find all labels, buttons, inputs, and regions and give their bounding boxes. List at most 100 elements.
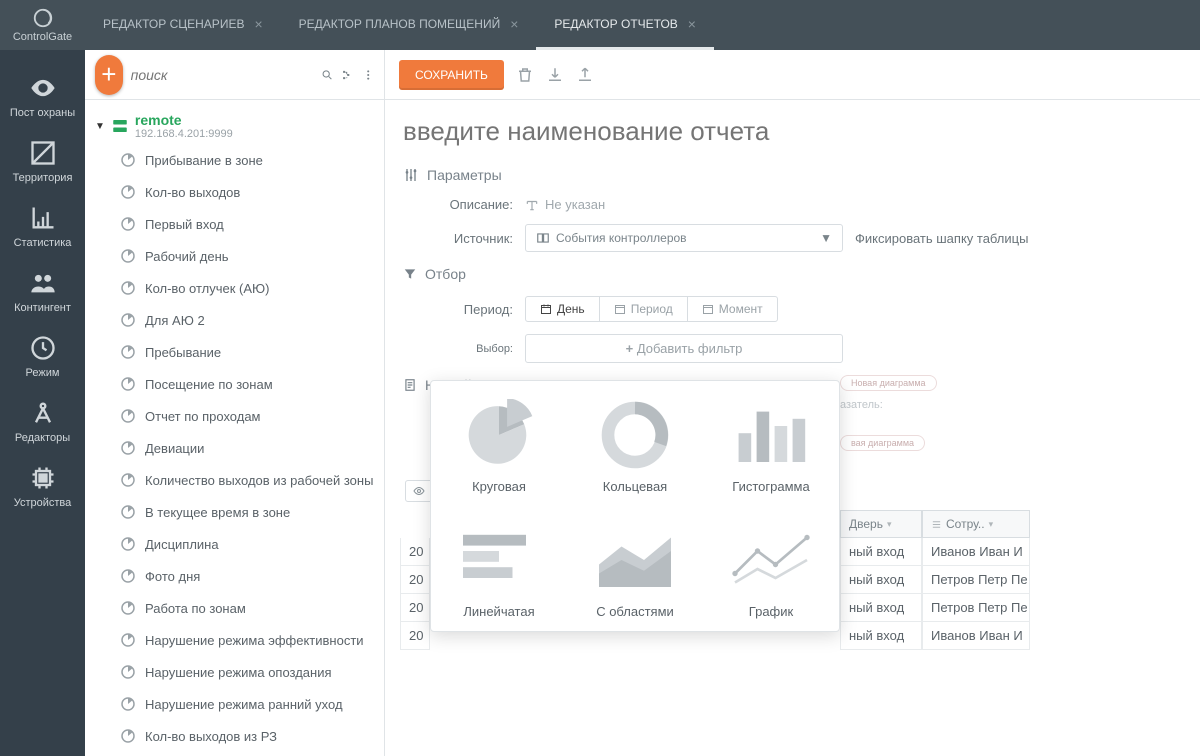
download-icon[interactable]	[546, 66, 564, 84]
report-tree-panel: + ▼ remote 192.168.4.201:9999 Прибывание…	[85, 50, 385, 756]
add-filter-button[interactable]: + Добавить фильтр	[525, 334, 843, 363]
seg-moment[interactable]: Момент	[688, 297, 777, 321]
report-item[interactable]: Посещение по зонам	[113, 368, 384, 400]
brand-text: ControlGate	[13, 31, 72, 43]
preview-toggle[interactable]	[405, 480, 433, 502]
add-button[interactable]: +	[95, 55, 123, 95]
left-navigation: Пост охраны Территория Статистика Контин…	[0, 50, 85, 756]
tree-view-icon[interactable]	[341, 66, 353, 84]
nav-territory[interactable]: Территория	[0, 129, 85, 194]
report-pie-icon	[119, 471, 137, 489]
report-item[interactable]: Первый вход	[113, 208, 384, 240]
report-item[interactable]: Рабочий день	[113, 240, 384, 272]
report-title-input[interactable]	[385, 100, 1200, 155]
report-item[interactable]: Прибывание в зоне	[113, 144, 384, 176]
report-item[interactable]: Фото дня	[113, 560, 384, 592]
server-name: remote	[135, 112, 233, 128]
filter-header: Отбор	[403, 258, 1182, 290]
chart-icon	[29, 204, 57, 232]
chart-pie[interactable]: Круговая	[431, 381, 567, 506]
clock-icon	[29, 334, 57, 362]
calendar-icon	[540, 303, 552, 315]
donut-icon	[590, 399, 680, 471]
text-icon	[525, 198, 539, 212]
report-item[interactable]: Количество выходов из рабочей зоны	[113, 464, 384, 496]
background-panel: Новая диаграмма азатель: вая диаграмма	[840, 373, 1186, 455]
fix-header-checkbox[interactable]: Фиксировать шапку таблицы	[855, 231, 1028, 246]
chart-hbar[interactable]: Линейчатая	[431, 506, 567, 631]
source-select[interactable]: События контроллеров ▼	[525, 224, 843, 252]
nav-devices[interactable]: Устройства	[0, 454, 85, 519]
report-item[interactable]: В текущее время в зоне	[113, 496, 384, 528]
close-icon[interactable]: ×	[254, 16, 262, 32]
report-item[interactable]: Кол-во отлучек (АЮ)	[113, 272, 384, 304]
report-item[interactable]: Дисциплина	[113, 528, 384, 560]
period-label: Период:	[431, 302, 513, 317]
report-item[interactable]: Для АЮ 2	[113, 304, 384, 336]
chart-line[interactable]: График	[703, 506, 839, 631]
chart-donut[interactable]: Кольцевая	[567, 381, 703, 506]
report-pie-icon	[119, 183, 137, 201]
report-item[interactable]: Кол-во выходов из РЗ	[113, 720, 384, 752]
collapse-icon[interactable]: ▼	[95, 121, 105, 132]
server-node[interactable]: ▼ remote 192.168.4.201:9999	[85, 108, 384, 144]
report-item[interactable]: Девиации	[113, 432, 384, 464]
chart-type-popup: Круговая Кольцевая Гистограмма Линейчата…	[430, 380, 840, 632]
nav-contingent[interactable]: Контингент	[0, 259, 85, 324]
report-item[interactable]: Нарушение режима опоздания	[113, 656, 384, 688]
nav-post[interactable]: Пост охраны	[0, 64, 85, 129]
report-item[interactable]: Нарушение режима эффективности	[113, 624, 384, 656]
chart-area[interactable]: С областями	[567, 506, 703, 631]
new-diagram-tag[interactable]: Новая диаграмма	[840, 375, 937, 391]
ruler-icon	[29, 139, 57, 167]
upload-icon[interactable]	[576, 66, 594, 84]
nav-editors[interactable]: Редакторы	[0, 389, 85, 454]
pie-icon	[454, 399, 544, 471]
seg-period[interactable]: Период	[600, 297, 688, 321]
report-pie-icon	[119, 599, 137, 617]
src-label: Источник:	[431, 231, 513, 246]
tab[interactable]: РЕДАКТОР СЦЕНАРИЕВ×	[85, 0, 281, 50]
col-employee[interactable]: Сотру..▾	[922, 510, 1030, 538]
report-list: Прибывание в зонеКол-во выходовПервый вх…	[85, 144, 384, 752]
more-icon[interactable]	[362, 66, 374, 84]
search-icon[interactable]	[321, 66, 333, 84]
eye-icon	[29, 74, 57, 102]
search-input[interactable]	[131, 67, 313, 83]
nav-stats[interactable]: Статистика	[0, 194, 85, 259]
report-pie-icon	[119, 727, 137, 745]
report-pie-icon	[119, 311, 137, 329]
report-pie-icon	[119, 407, 137, 425]
trash-icon[interactable]	[516, 66, 534, 84]
chip-icon	[29, 464, 57, 492]
brand-logo: ControlGate	[0, 0, 85, 50]
tab[interactable]: РЕДАКТОР ПЛАНОВ ПОМЕЩЕНИЙ×	[281, 0, 537, 50]
report-item[interactable]: Нарушение режима ранний уход	[113, 688, 384, 720]
save-button[interactable]: СОХРАНИТЬ	[399, 60, 504, 90]
chart-histogram[interactable]: Гистограмма	[703, 381, 839, 506]
tree-body: ▼ remote 192.168.4.201:9999 Прибывание в…	[85, 100, 384, 756]
hbar-icon	[454, 524, 544, 596]
report-pie-icon	[119, 535, 137, 553]
report-item[interactable]: Кол-во выходов	[113, 176, 384, 208]
report-item[interactable]: Пребывание	[113, 336, 384, 368]
close-icon[interactable]: ×	[510, 16, 518, 32]
calendar-icon	[702, 303, 714, 315]
report-item[interactable]: Работа по зонам	[113, 592, 384, 624]
report-pie-icon	[119, 279, 137, 297]
eye-icon	[411, 485, 427, 497]
nav-mode[interactable]: Режим	[0, 324, 85, 389]
seg-day[interactable]: День	[526, 297, 600, 321]
close-icon[interactable]: ×	[688, 16, 696, 32]
doc-icon	[403, 378, 417, 392]
report-pie-icon	[119, 695, 137, 713]
new-diagram-tag-2[interactable]: вая диаграмма	[840, 435, 925, 451]
report-item[interactable]: Отчет по проходам	[113, 400, 384, 432]
desc-label: Описание:	[431, 197, 513, 212]
desc-value[interactable]: Не указан	[525, 197, 605, 212]
col-door[interactable]: Дверь▾	[840, 510, 922, 538]
list-icon	[931, 519, 942, 530]
tab[interactable]: РЕДАКТОР ОТЧЕТОВ×	[536, 0, 714, 50]
main-toolbar: СОХРАНИТЬ	[385, 50, 1200, 100]
histogram-icon	[726, 399, 816, 471]
